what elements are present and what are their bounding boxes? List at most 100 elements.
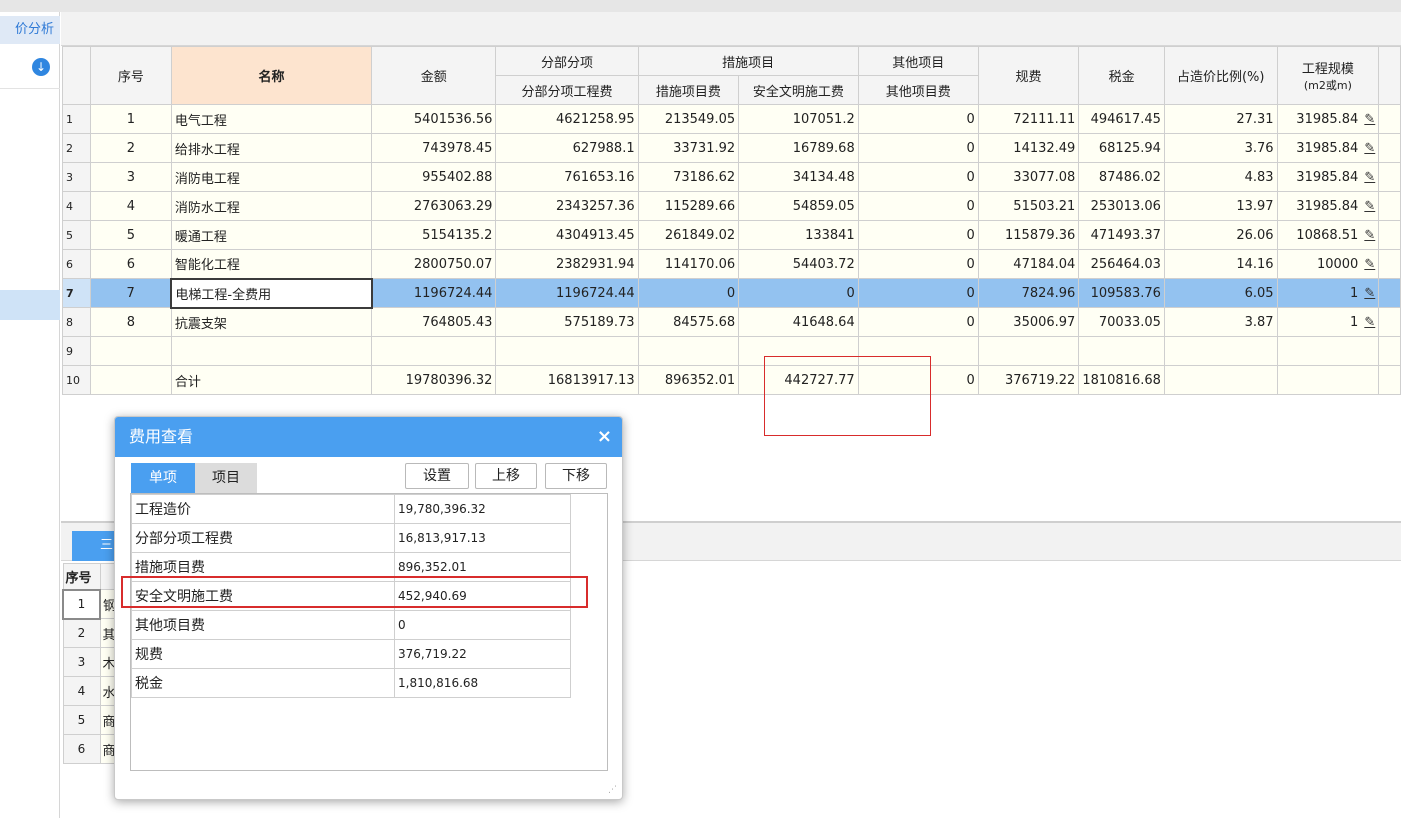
cell-guifei[interactable]: 376719.22 <box>977 365 1080 395</box>
cell-name[interactable]: 消防电工程 <box>170 162 373 192</box>
cell-csxm-fee[interactable]: 115289.66 <box>637 191 740 221</box>
row-number[interactable]: 4 <box>62 191 91 221</box>
table-row[interactable]: 3 3 消防电工程 955402.88 761653.16 73186.62 34134.4… <box>62 162 1401 192</box>
cell-aqwm-fee[interactable]: 41648.64 <box>738 307 859 337</box>
pencil-icon[interactable]: ✎ <box>1364 228 1375 243</box>
dialog-tab-project[interactable]: 项目 <box>195 463 257 493</box>
cell-amount[interactable]: 5154135.2 <box>371 220 497 250</box>
row-number[interactable]: 6 <box>62 249 91 279</box>
cell-scale[interactable]: 1 ✎ <box>1276 278 1380 308</box>
cell-ratio[interactable]: 14.16 <box>1163 249 1278 279</box>
cell-guifei[interactable]: 7824.96 <box>977 278 1080 308</box>
cell-name[interactable]: 电梯工程-全费用 <box>170 277 373 309</box>
settings-button[interactable]: 设置 <box>405 463 469 489</box>
table-row[interactable]: 2 2 给排水工程 743978.45 627988.1 33731.92 16789.68… <box>62 133 1401 163</box>
cell-seq[interactable] <box>89 336 172 366</box>
cell-fbfx-fee[interactable] <box>495 336 639 366</box>
cell-fbfx-fee[interactable]: 627988.1 <box>495 133 639 163</box>
table-row[interactable]: 7 7 电梯工程-全费用 1196724.44 1196724.44 0 0 0 7824.96… <box>62 277 1401 309</box>
header-qtxm-fee[interactable]: 其他项目费 <box>857 75 979 105</box>
cell-seq[interactable]: 8 <box>89 307 172 337</box>
row-number[interactable]: 5 <box>62 220 91 250</box>
cell-csxm-fee[interactable]: 84575.68 <box>637 307 740 337</box>
cell-amount[interactable]: 19780396.32 <box>371 365 497 395</box>
left-selected-item[interactable] <box>0 290 60 320</box>
cell-aqwm-fee[interactable]: 16789.68 <box>738 133 859 163</box>
dialog-tab-single[interactable]: 单项 <box>131 463 195 493</box>
cell-shuijin[interactable]: 471493.37 <box>1078 220 1165 250</box>
cell-seq[interactable]: 3 <box>89 162 172 192</box>
header-shuijin[interactable]: 税金 <box>1078 46 1165 105</box>
bottom-cell-seq[interactable]: 5 <box>62 705 101 735</box>
cell-fbfx-fee[interactable]: 4621258.95 <box>495 104 639 134</box>
cell-fbfx-fee[interactable]: 2382931.94 <box>495 249 639 279</box>
header-scale[interactable]: 工程规模 (m2或m) <box>1276 46 1380 105</box>
cell-fbfx-fee[interactable]: 16813917.13 <box>495 365 639 395</box>
cell-guifei[interactable]: 47184.04 <box>977 249 1080 279</box>
cell-ratio[interactable]: 6.05 <box>1163 278 1278 308</box>
fee-row[interactable]: 税金 1,810,816.68 <box>131 668 571 698</box>
cell-seq[interactable] <box>89 365 172 395</box>
cell-amount[interactable]: 1196724.44 <box>371 278 497 308</box>
cell-csxm-fee[interactable]: 896352.01 <box>637 365 740 395</box>
cell-fbfx-fee[interactable]: 4304913.45 <box>495 220 639 250</box>
cell-ratio[interactable]: 4.83 <box>1163 162 1278 192</box>
cell-name[interactable]: 合计 <box>170 365 373 395</box>
bottom-cell-seq[interactable]: 2 <box>62 618 101 648</box>
header-amount[interactable]: 金额 <box>371 46 497 105</box>
pencil-icon[interactable]: ✎ <box>1364 170 1375 185</box>
cell-scale[interactable]: 31985.84 ✎ <box>1276 162 1380 192</box>
cell-ratio[interactable]: 13.97 <box>1163 191 1278 221</box>
cell-name[interactable]: 暖通工程 <box>170 220 373 250</box>
cell-guifei[interactable]: 72111.11 <box>977 104 1080 134</box>
pencil-icon[interactable]: ✎ <box>1364 286 1375 301</box>
cell-ratio[interactable] <box>1163 336 1278 366</box>
fee-row[interactable]: 规费 376,719.22 <box>131 639 571 669</box>
cell-guifei[interactable] <box>977 336 1080 366</box>
bottom-header-seq[interactable]: 序号 <box>62 563 101 590</box>
cell-qtxm-fee[interactable]: 0 <box>857 278 979 308</box>
cell-ratio[interactable]: 3.87 <box>1163 307 1278 337</box>
fee-row[interactable]: 工程造价 19,780,396.32 <box>131 494 571 524</box>
cell-scale[interactable]: 10000 ✎ <box>1276 249 1380 279</box>
cell-scale[interactable]: 31985.84 ✎ <box>1276 191 1380 221</box>
cell-qtxm-fee[interactable]: 0 <box>857 191 979 221</box>
row-number[interactable]: 8 <box>62 307 91 337</box>
cell-qtxm-fee[interactable]: 0 <box>857 220 979 250</box>
row-number[interactable]: 9 <box>62 336 91 366</box>
pencil-icon[interactable]: ✎ <box>1364 315 1375 330</box>
close-icon[interactable]: × <box>597 417 612 457</box>
cell-qtxm-fee[interactable]: 0 <box>857 249 979 279</box>
cell-scale[interactable]: 31985.84 ✎ <box>1276 133 1380 163</box>
cell-name[interactable] <box>170 336 373 366</box>
cell-amount[interactable]: 2763063.29 <box>371 191 497 221</box>
cell-shuijin[interactable]: 68125.94 <box>1078 133 1165 163</box>
cell-qtxm-fee[interactable]: 0 <box>857 162 979 192</box>
header-csxm-fee[interactable]: 措施项目费 <box>637 75 740 105</box>
cell-amount[interactable] <box>371 336 497 366</box>
table-row[interactable]: 4 4 消防水工程 2763063.29 2343257.36 115289.66 5485… <box>62 191 1401 221</box>
cell-aqwm-fee[interactable]: 0 <box>738 278 859 308</box>
cell-shuijin[interactable]: 87486.02 <box>1078 162 1165 192</box>
pencil-icon[interactable]: ✎ <box>1364 199 1375 214</box>
header-guifei[interactable]: 规费 <box>977 46 1080 105</box>
cell-seq[interactable]: 6 <box>89 249 172 279</box>
cell-seq[interactable]: 7 <box>89 278 172 308</box>
cell-aqwm-fee[interactable]: 107051.2 <box>738 104 859 134</box>
cell-scale[interactable]: 31985.84 ✎ <box>1276 104 1380 134</box>
cell-seq[interactable]: 1 <box>89 104 172 134</box>
cell-csxm-fee[interactable]: 261849.02 <box>637 220 740 250</box>
cell-qtxm-fee[interactable]: 0 <box>857 307 979 337</box>
cell-name[interactable]: 抗震支架 <box>170 307 373 337</box>
table-row[interactable]: 1 1 电气工程 5401536.56 4621258.95 213549.05 10705… <box>62 104 1401 134</box>
cell-guifei[interactable]: 33077.08 <box>977 162 1080 192</box>
cell-shuijin[interactable]: 253013.06 <box>1078 191 1165 221</box>
pencil-icon[interactable]: ✎ <box>1364 257 1375 272</box>
row-number[interactable]: 2 <box>62 133 91 163</box>
cell-csxm-fee[interactable]: 73186.62 <box>637 162 740 192</box>
cell-shuijin[interactable] <box>1078 336 1165 366</box>
move-up-button[interactable]: 上移 <box>475 463 537 489</box>
cell-csxm-fee[interactable]: 213549.05 <box>637 104 740 134</box>
cell-amount[interactable]: 743978.45 <box>371 133 497 163</box>
pencil-icon[interactable]: ✎ <box>1364 141 1375 156</box>
